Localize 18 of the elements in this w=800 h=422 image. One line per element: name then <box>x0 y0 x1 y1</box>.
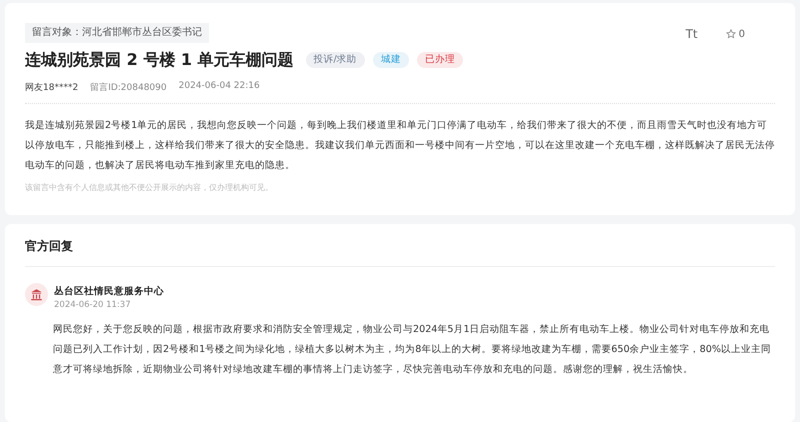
message-title: 连城别苑景园 2 号楼 1 单元车棚问题 <box>25 49 294 71</box>
reply-heading: 官方回复 <box>25 238 775 267</box>
message-target: 留言对象：河北省邯郸市丛台区委书记 <box>25 23 209 43</box>
privacy-note: 该留言中含有个人信息或其他不便公开展示的内容，仅办理机构可见。 <box>25 182 274 193</box>
tag: 已办理 <box>416 52 463 68</box>
reply-time: 2024-06-20 11:37 <box>54 300 132 310</box>
tag: 城建 <box>372 52 409 68</box>
tag: 投诉/求助 <box>306 52 365 68</box>
message-time: 2024-06-04 22:16 <box>178 81 260 93</box>
reply-body: 网民您好，关于您反映的问题，根据市政府要求和消防安全管理规定，物业公司与2024年5月1日启动阻车器，禁止所有电动车上楼。物业公司针对电车停放和充电问题已列入工作计划，因2号楼和1号楼之间为绿化地，绿植大多以树木为主，均为8年以上的大树。要将绿地改建为车棚，需要650余户业主签字，80%以上业主同意才可将绿地拆除，近期物业公司将针对绿地改建车棚的事情将上门走访签字，尽快完善电动车停放和充电的问题。感谢您的理解，祝生活愉快。 <box>53 323 772 377</box>
organization-name: 丛台区社情民意服务中心 <box>54 285 164 298</box>
font-size-button[interactable]: Tt <box>686 27 698 41</box>
message-id: 留言ID:20848090 <box>90 82 167 94</box>
like-button[interactable]: 0 <box>726 27 745 41</box>
message-body: 我是连城别苑景园2号楼1单元的居民，我想向您反映一个问题，每到晚上我们楼道里和单元门口停满了电动车，给我们带来了很大的不便，而且雨雪天气时也没有地方可以停放电车，只能推到楼上，这样给我们带来了很大的安全隐患。我建议我们单元西面和一号楼中间有一片空地，可以在这里改建一个充电车棚，这样既解决了居民无法停电动车的问题，也解决了居民将电动车推到家里充电的隐患。 <box>25 119 775 173</box>
government-building-icon <box>25 283 48 306</box>
author-name: 网友18****2 <box>25 82 78 94</box>
star-icon <box>726 29 736 39</box>
